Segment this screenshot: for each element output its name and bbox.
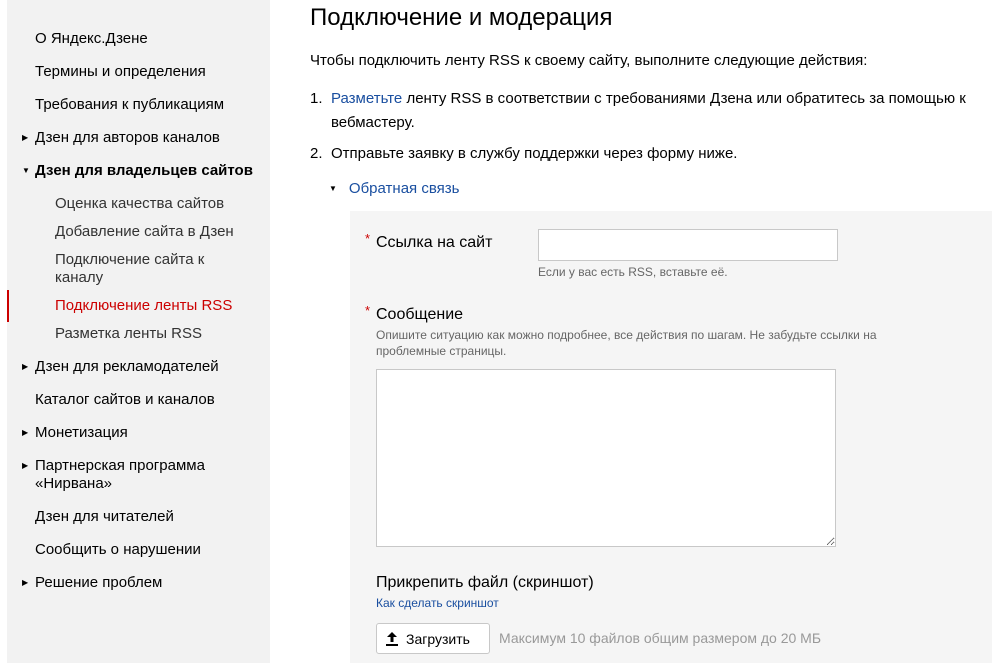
active-indicator (7, 290, 9, 322)
sidebar-item-label: Дзен для авторов каналов (35, 129, 220, 146)
step-text-rest: ленту RSS в соответствии с требованиями … (331, 90, 966, 131)
feedback-toggle-label: Обратная связь (348, 180, 460, 197)
screenshot-help-link[interactable]: Как сделать скриншот (376, 596, 499, 610)
sidebar-item-label: Решение проблем (35, 574, 163, 591)
sidebar-subitem-rss-markup[interactable]: Разметка ленты RSS (55, 325, 202, 343)
caret-right-icon: ▶ (22, 362, 29, 371)
upload-button[interactable]: Загрузить (376, 623, 490, 654)
sidebar-subitem-quality[interactable]: Оценка качества сайтов (55, 195, 224, 213)
step-text: Разметьте ленту RSS в соответствии с тре… (331, 87, 991, 135)
site-link-label-text: Ссылка на сайт (376, 234, 493, 251)
caret-right-icon: ▶ (22, 133, 29, 142)
message-textarea[interactable] (376, 369, 836, 547)
sidebar-item-readers[interactable]: Дзен для читателей (35, 508, 174, 526)
sidebar-item-troubleshooting[interactable]: ▶ Решение проблем (22, 574, 163, 592)
sidebar-subitem-connect-site[interactable]: Подключение сайта к каналу (55, 251, 245, 287)
step-number: 2. (310, 145, 323, 162)
step-2: 2. Отправьте заявку в службу поддержки ч… (310, 142, 990, 166)
sidebar-subitem-add-site[interactable]: Добавление сайта в Дзен (55, 223, 234, 241)
sidebar-item-advertisers[interactable]: ▶ Дзен для рекламодателей (22, 358, 219, 376)
sidebar-item-site-owners[interactable]: ▼ Дзен для владельцев сайтов (22, 162, 253, 180)
markup-link[interactable]: Разметьте (331, 90, 402, 107)
sidebar-item-requirements[interactable]: Требования к публикациям (35, 96, 224, 114)
required-mark: * (365, 231, 371, 246)
sidebar: О Яндекс.Дзене Термины и определения Тре… (7, 0, 270, 663)
sidebar-item-terms[interactable]: Термины и определения (35, 63, 206, 81)
sidebar-item-label: Монетизация (35, 424, 128, 441)
caret-right-icon: ▶ (22, 578, 29, 587)
step-1: 1. Разметьте ленту RSS в соответствии с … (310, 87, 990, 137)
site-link-hint: Если у вас есть RSS, вставьте её. (538, 265, 728, 279)
sidebar-item-label: Партнерская программа «Нирвана» (35, 457, 205, 492)
sidebar-item-about[interactable]: О Яндекс.Дзене (35, 30, 148, 48)
upload-button-label: Загрузить (406, 630, 470, 647)
caret-down-icon: ▼ (329, 184, 337, 193)
message-hint: Опишите ситуацию как можно подробнее, вс… (376, 328, 877, 358)
sidebar-item-authors[interactable]: ▶ Дзен для авторов каналов (22, 129, 220, 147)
upload-limit-note: Максимум 10 файлов общим размером до 20 … (499, 630, 822, 646)
caret-right-icon: ▶ (22, 428, 29, 437)
message-label-text: Сообщение (376, 306, 464, 323)
caret-right-icon: ▶ (22, 461, 29, 470)
sidebar-item-nirvana[interactable]: ▶ Партнерская программа «Нирвана» (22, 457, 235, 493)
attach-label: Прикрепить файл (скриншот) (376, 574, 594, 591)
sidebar-item-label: Дзен для владельцев сайтов (35, 162, 253, 179)
site-link-label: * Ссылка на сайт (365, 231, 493, 252)
sidebar-item-report[interactable]: Сообщить о нарушении (35, 541, 201, 559)
upload-icon (386, 631, 398, 646)
site-link-input[interactable] (538, 229, 838, 261)
sidebar-item-catalog[interactable]: Каталог сайтов и каналов (35, 391, 215, 409)
sidebar-item-monetization[interactable]: ▶ Монетизация (22, 424, 128, 442)
required-mark: * (365, 303, 371, 318)
page-title: Подключение и модерация (310, 4, 613, 31)
step-number: 1. (310, 90, 323, 107)
caret-down-icon: ▼ (22, 166, 30, 175)
sidebar-item-label: Дзен для рекламодателей (35, 358, 219, 375)
intro-text: Чтобы подключить ленту RSS к своему сайт… (310, 52, 868, 69)
feedback-toggle[interactable]: ▼ Обратная связь (329, 180, 459, 197)
sidebar-subitem-rss[interactable]: Подключение ленты RSS (55, 297, 232, 315)
message-label: * Сообщение (365, 303, 464, 324)
step-text: Отправьте заявку в службу поддержки чере… (331, 145, 738, 162)
